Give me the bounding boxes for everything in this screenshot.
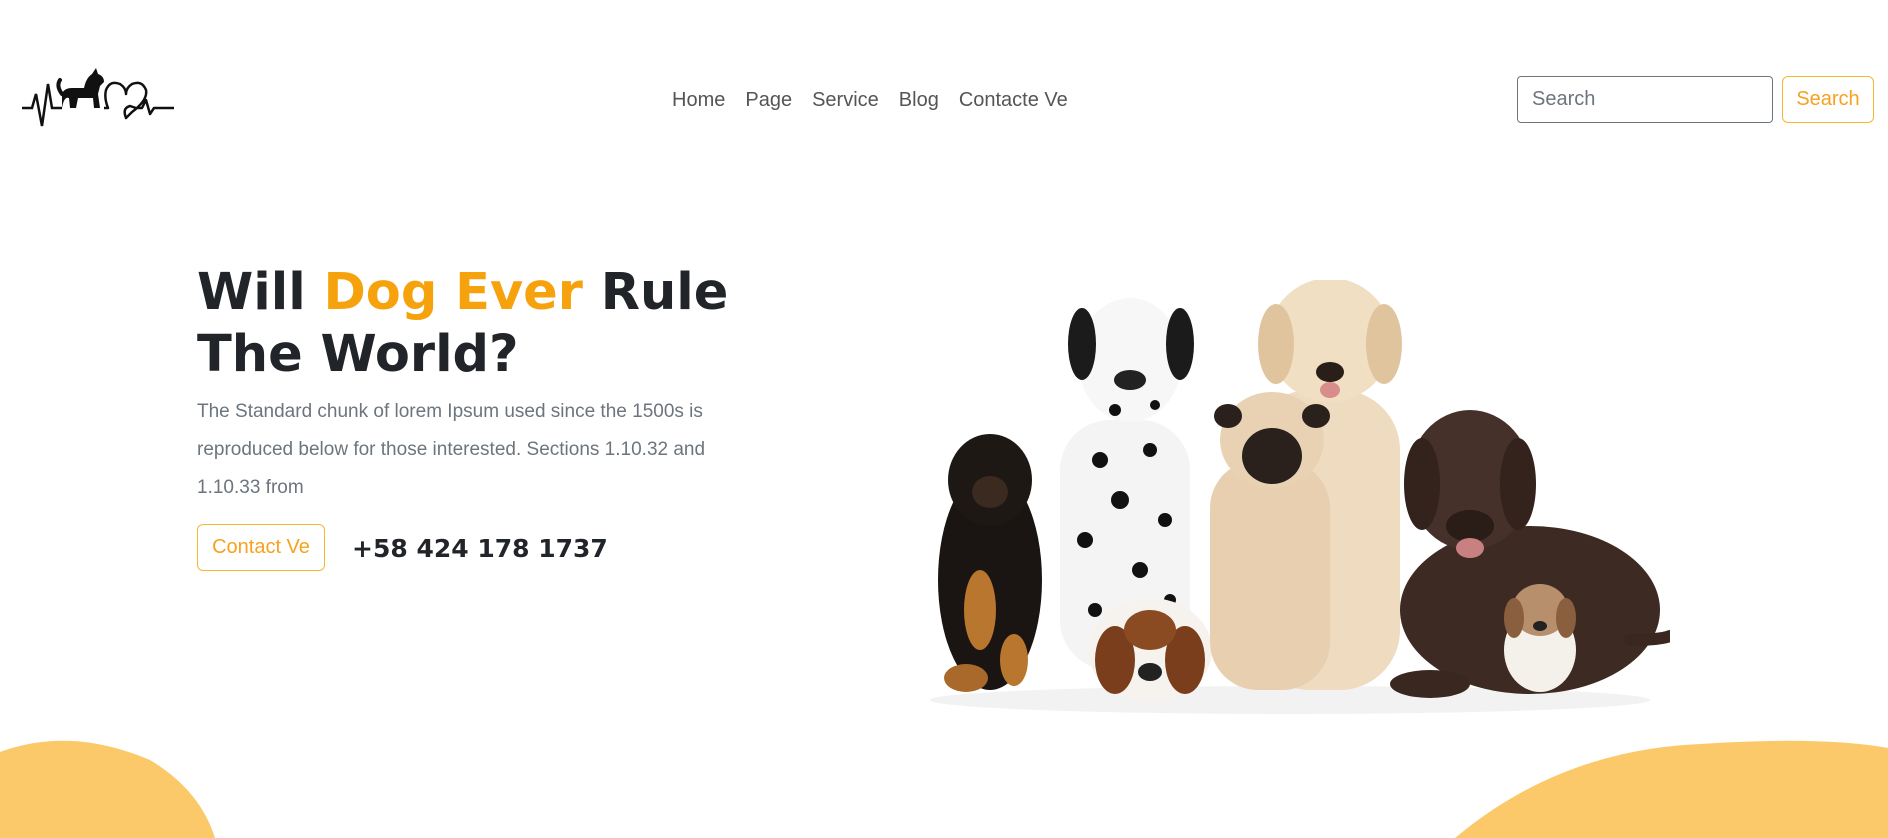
main-nav: Home Page Service Blog Contacte Ve xyxy=(662,84,1078,116)
hero-description: The Standard chunk of lorem Ipsum used s… xyxy=(197,401,706,498)
nav-link-page[interactable]: Page xyxy=(735,84,802,116)
dog-spaniel xyxy=(938,434,1042,692)
logo-heartbeat-dog-icon[interactable] xyxy=(22,64,174,136)
contact-button[interactable]: Contact Ve xyxy=(197,524,325,571)
dog-puppy xyxy=(1504,584,1576,692)
search-button[interactable]: Search xyxy=(1782,76,1874,123)
nav-link-contact[interactable]: Contacte Ve xyxy=(949,84,1078,116)
dog-beagle xyxy=(1088,598,1212,702)
hero-title-part1: Will xyxy=(197,263,324,322)
navbar: Home Page Service Blog Contacte Ve Searc… xyxy=(0,0,1888,200)
hero-title-accent: Dog Ever xyxy=(323,263,583,322)
decorative-wave xyxy=(0,740,1888,838)
dogs-group-image xyxy=(930,280,1670,714)
search-input[interactable] xyxy=(1517,76,1773,123)
dog-pug xyxy=(1210,392,1330,690)
phone-number: +58 424 178 1737 xyxy=(352,534,608,563)
hero-title: Will Dog Ever Rule The World? xyxy=(197,262,757,386)
nav-link-home[interactable]: Home xyxy=(662,84,735,116)
nav-link-service[interactable]: Service xyxy=(802,84,889,116)
wave-left-shape xyxy=(0,740,215,838)
wave-right-shape xyxy=(1455,740,1888,838)
nav-link-blog[interactable]: Blog xyxy=(889,84,949,116)
